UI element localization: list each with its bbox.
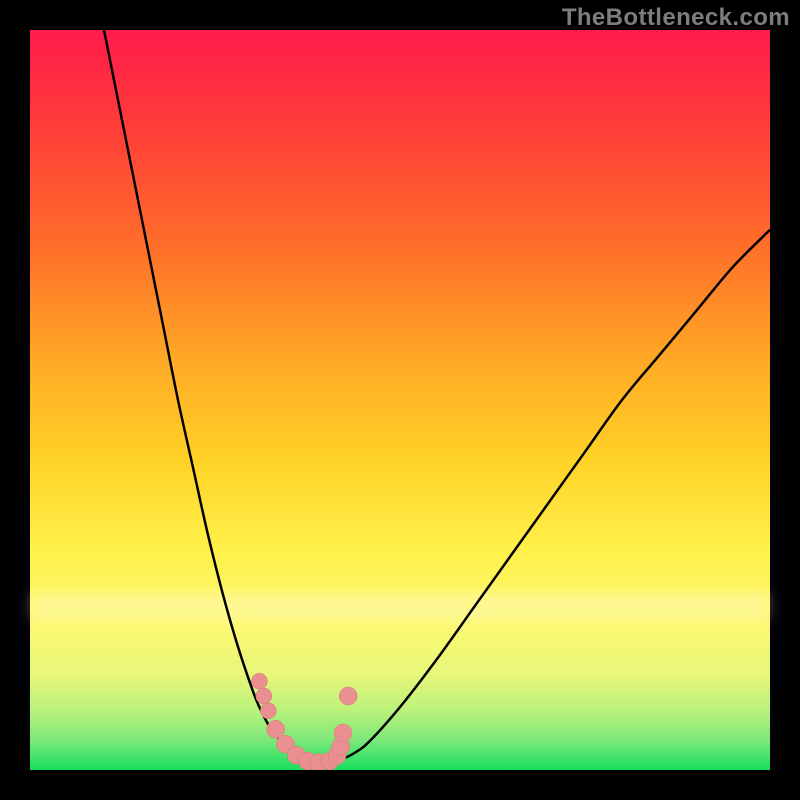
- chart-svg: [30, 30, 770, 770]
- bead-point: [251, 673, 267, 689]
- bead-point: [334, 724, 352, 742]
- bead-point: [339, 687, 357, 705]
- curve-left: [104, 30, 311, 764]
- curve-right: [311, 230, 770, 764]
- bead-point: [260, 703, 276, 719]
- chart-frame: TheBottleneck.com: [0, 0, 800, 800]
- bead-point: [256, 688, 272, 704]
- watermark-text: TheBottleneck.com: [562, 4, 790, 32]
